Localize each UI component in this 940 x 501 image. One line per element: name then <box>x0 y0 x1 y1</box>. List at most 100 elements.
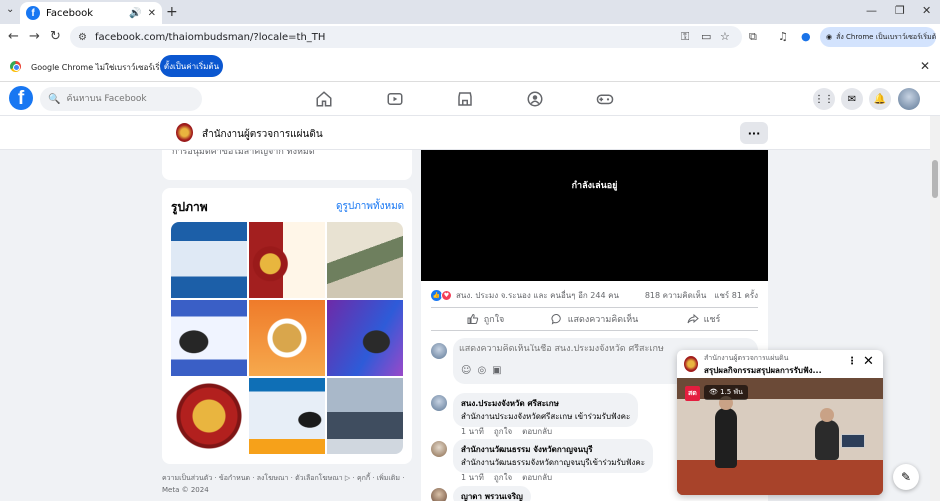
photo-thumbnail[interactable] <box>249 378 325 454</box>
comment-author[interactable]: สนง.ประมงจังหวัด ศรีสะเกษ <box>461 397 630 410</box>
omnibox[interactable]: ⚙ facebook.com/thaiombudsman/?locale=th_… <box>70 26 742 48</box>
reload-icon[interactable]: ↻ <box>50 29 61 44</box>
groups-icon[interactable] <box>526 90 544 108</box>
comment-like-link[interactable]: ถูกใจ <box>494 425 512 438</box>
like-label: ถูกใจ <box>483 315 505 325</box>
page-scrollbar[interactable] <box>930 116 940 501</box>
notifications-bell-icon[interactable]: 🔔 <box>869 88 891 110</box>
default-browser-chip[interactable]: ◉ สั่ง Chrome เป็นเบราว์เซอร์เริ่มต้น <box>820 27 936 47</box>
screen-decoration <box>841 434 865 448</box>
facebook-logo-icon[interactable]: f <box>9 86 33 110</box>
camera-icon[interactable]: ◎ <box>477 365 486 376</box>
menu-grid-icon[interactable]: ⋮⋮ <box>813 88 835 110</box>
new-message-icon[interactable]: ✎ <box>893 464 919 490</box>
tab-search-icon[interactable]: ⌄ <box>6 4 14 15</box>
photo-thumbnail[interactable] <box>171 222 247 298</box>
scrollbar-thumb[interactable] <box>932 160 938 198</box>
mini-player-source[interactable]: สำนักงานผู้ตรวจการแผ่นดิน <box>704 353 788 364</box>
speaker-figure <box>715 396 737 468</box>
comment-button[interactable]: แสดงความคิดเห็น <box>540 308 649 330</box>
comment-reply-link[interactable]: ตอบกลับ <box>522 471 552 484</box>
extensions-icon[interactable]: ⧉ <box>749 30 757 44</box>
forward-icon[interactable]: → <box>29 29 40 44</box>
bookmark-star-icon[interactable]: ☆ <box>720 30 730 43</box>
comment-bubble: สำนักงานวัฒนธรรม จังหวัดกาญจนบุรี สำนักง… <box>453 439 654 473</box>
mini-player-video[interactable]: สด 👁 1.5 พัน <box>677 378 883 495</box>
mini-player-more-icon[interactable]: ⋮ <box>847 356 857 367</box>
video-icon[interactable] <box>386 90 404 108</box>
comments-count[interactable]: 818 ความคิดเห็น <box>645 289 706 302</box>
infobar-close-icon[interactable]: ✕ <box>920 59 930 73</box>
site-info-icon[interactable]: ⚙ <box>78 32 87 43</box>
comment-like-link[interactable]: ถูกใจ <box>494 471 512 484</box>
address-bar-row: ← → ↻ ⚙ facebook.com/thaiombudsman/?loca… <box>0 24 940 50</box>
reactions-summary[interactable]: 👍 ♥ สนง. ประมง จ.ระนอง และ คนอื่นๆ อีก 2… <box>431 289 619 302</box>
comment-reply-link[interactable]: ตอบกลับ <box>522 425 552 438</box>
photo-thumbnail[interactable] <box>327 300 403 376</box>
page-title[interactable]: สำนักงานผู้ตรวจการแผ่นดิน <box>202 127 323 142</box>
mini-player-seal-icon <box>684 356 698 372</box>
reactions-text: สนง. ประมง จ.ระนอง และ คนอื่นๆ อีก 244 ค… <box>456 291 619 300</box>
like-button[interactable]: ถูกใจ <box>431 308 540 330</box>
share-label: แชร์ <box>703 315 721 325</box>
marketplace-icon[interactable] <box>456 90 474 108</box>
comment-author[interactable]: สำนักงานวัฒนธรรม จังหวัดกาญจนบุรี <box>461 443 645 456</box>
emoji-icon[interactable]: ☺ <box>461 365 471 376</box>
speaker-icon[interactable]: 🔊 <box>129 8 141 19</box>
chrome-logo-icon <box>10 61 21 72</box>
mini-player-close-icon[interactable]: ✕ <box>863 354 874 369</box>
share-button[interactable]: แชร์ <box>649 308 758 330</box>
photo-thumbnail[interactable] <box>171 378 247 454</box>
page-seal-icon[interactable] <box>176 123 193 142</box>
set-default-button[interactable]: ตั้งเป็นค่าเริ่มต้น <box>160 55 223 77</box>
composer-tools: ☺ ◎ ▣ <box>461 365 502 376</box>
comment-bubble: ญาดา พรวนเจริญ <box>453 486 531 501</box>
search-box[interactable]: 🔍 <box>40 87 202 111</box>
cast-icon[interactable]: ▭ <box>701 30 711 43</box>
comment-avatar[interactable] <box>431 441 447 457</box>
account-avatar[interactable] <box>898 88 920 110</box>
comment-time[interactable]: 1 นาที <box>461 425 484 438</box>
photo-thumbnail[interactable] <box>249 222 325 298</box>
home-icon[interactable] <box>315 90 333 108</box>
comment-input[interactable] <box>459 344 699 354</box>
comment-avatar[interactable] <box>431 488 447 501</box>
search-input[interactable] <box>66 94 187 104</box>
shares-count[interactable]: แชร์ 81 ครั้ง <box>714 289 758 302</box>
media-controls-icon[interactable]: ♫ <box>778 30 788 43</box>
about-card-bottom: การอนุมัติคำขอไม่สำคัญจาก ทั้งหมด <box>162 150 412 180</box>
messenger-icon[interactable]: ✉ <box>841 88 863 110</box>
photo-thumbnail[interactable] <box>327 378 403 454</box>
photo-thumbnail[interactable] <box>171 300 247 376</box>
commenter-avatar[interactable] <box>431 343 447 359</box>
browser-tab[interactable]: f Facebook 🔊 ✕ <box>20 2 162 24</box>
photo-thumbnail[interactable] <box>249 300 325 376</box>
mini-player-title[interactable]: สรุปผลกิจกรรมสรุปผลการรับฟัง... <box>704 364 844 377</box>
see-all-photos-link[interactable]: ดูรูปภาพทั้งหมด <box>336 199 404 214</box>
footer-links[interactable]: ความเป็นส่วนตัว · ข้อกำหนด · ลงโฆษณา · ต… <box>162 472 412 496</box>
new-tab-icon[interactable]: + <box>166 4 178 20</box>
minimize-icon[interactable]: — <box>866 4 877 17</box>
infobar-text: Google Chrome ไม่ใช่เบราว์เซอร์เริ่มต้น <box>31 63 176 72</box>
sticker-icon[interactable]: ▣ <box>492 365 501 376</box>
page-more-button[interactable]: ··· <box>740 122 768 144</box>
url-text[interactable]: facebook.com/thaiombudsman/?locale=th_TH <box>95 32 325 43</box>
comment-time[interactable]: 1 นาที <box>461 471 484 484</box>
facebook-favicon-icon: f <box>26 6 40 20</box>
window-close-icon[interactable]: ✕ <box>922 4 931 17</box>
page-sticky-header: สำนักงานผู้ตรวจการแผ่นดิน ··· <box>0 116 930 150</box>
photo-thumbnail[interactable] <box>327 222 403 298</box>
viewer-count-value: 1.5 พัน <box>720 388 743 396</box>
tab-close-icon[interactable]: ✕ <box>148 8 156 19</box>
comment-author[interactable]: ญาดา พรวนเจริญ <box>461 490 523 501</box>
back-icon[interactable]: ← <box>8 29 19 44</box>
restore-icon[interactable]: ❐ <box>895 4 905 17</box>
gaming-icon[interactable] <box>596 90 614 108</box>
password-key-icon[interactable]: ⚿ <box>681 30 689 44</box>
post-video[interactable]: กำลังเล่นอยู่ <box>421 150 768 281</box>
profile-icon[interactable]: ● <box>801 30 811 43</box>
post-actions: ถูกใจ แสดงความคิดเห็น แชร์ <box>431 307 758 331</box>
mini-video-player[interactable]: สำนักงานผู้ตรวจการแผ่นดิน สรุปผลกิจกรรมส… <box>677 350 883 495</box>
comment-avatar[interactable] <box>431 395 447 411</box>
search-icon: 🔍 <box>48 93 61 105</box>
